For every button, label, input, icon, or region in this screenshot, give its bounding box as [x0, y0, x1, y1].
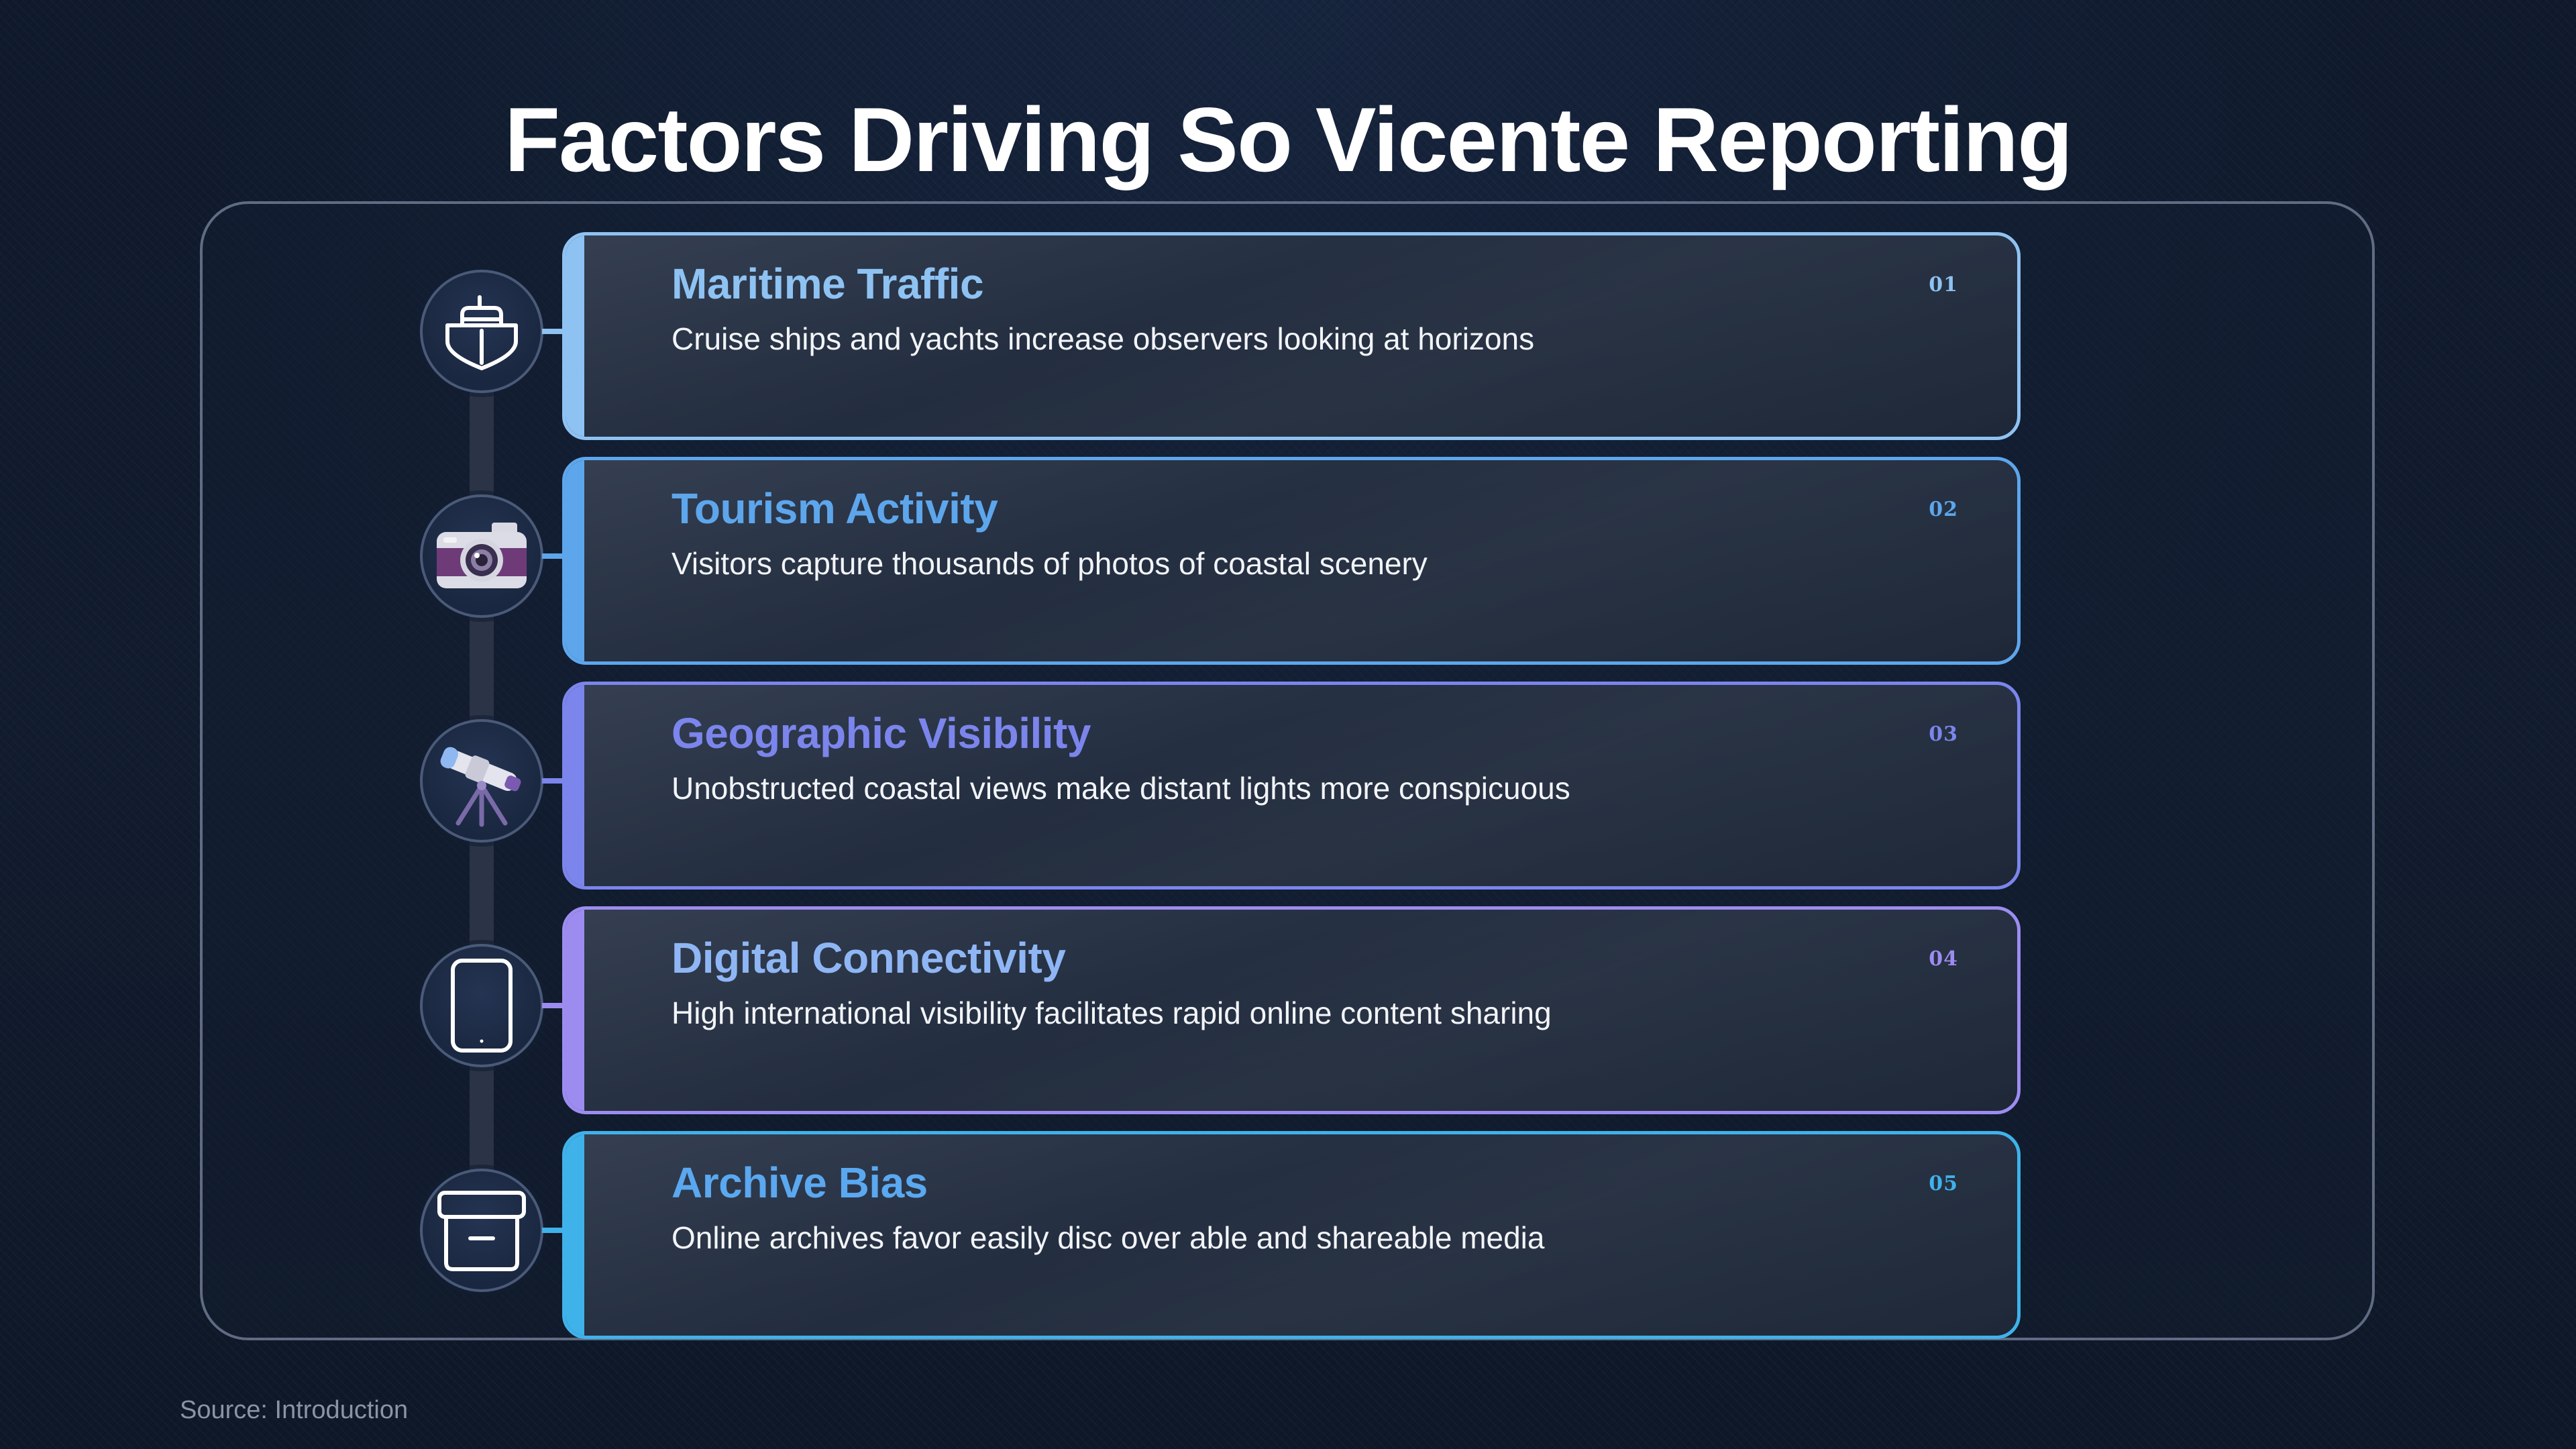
- factor-row-digital-connectivity: Digital Connectivity High international …: [0, 906, 2576, 1114]
- card-description: Online archives favor easily disc over a…: [672, 1220, 1545, 1255]
- card-description: Unobstructed coastal views make distant …: [672, 771, 1570, 806]
- camera-icon: [437, 523, 527, 588]
- icon-circle: [420, 719, 543, 843]
- factor-card: Maritime Traffic Cruise ships and yachts…: [562, 232, 2021, 440]
- smartphone-icon: [451, 959, 513, 1053]
- factor-card: Tourism Activity Visitors capture thousa…: [562, 457, 2021, 665]
- icon-circle: [420, 494, 543, 618]
- factor-row-maritime-traffic: Maritime Traffic Cruise ships and yachts…: [0, 232, 2576, 440]
- factor-row-tourism-activity: Tourism Activity Visitors capture thousa…: [0, 457, 2576, 665]
- factor-row-archive-bias: Archive Bias Online archives favor easil…: [0, 1131, 2576, 1339]
- card-title: Geographic Visibility: [672, 709, 1091, 757]
- card-description: Visitors capture thousands of photos of …: [672, 546, 1428, 581]
- factor-card: Geographic Visibility Unobstructed coast…: [562, 682, 2021, 890]
- connector: [542, 778, 565, 784]
- page-title: Factors Driving So Vicente Reporting: [504, 89, 2073, 191]
- card-number: 03: [1929, 722, 1958, 746]
- connector: [542, 1003, 565, 1008]
- card-description: Cruise ships and yachts increase observe…: [672, 321, 1535, 356]
- card-number: 04: [1929, 947, 1958, 971]
- card-number: 01: [1929, 273, 1958, 297]
- telescope-icon: [440, 747, 521, 827]
- icon-circle: [420, 944, 543, 1067]
- icon-circle: [420, 1169, 543, 1292]
- ship-icon: [445, 295, 518, 370]
- card-number: 02: [1929, 498, 1958, 521]
- card-title: Digital Connectivity: [672, 934, 1066, 982]
- card-title: Archive Bias: [672, 1159, 928, 1207]
- card-accent-bar: [566, 1134, 584, 1336]
- card-description: High international visibility facilitate…: [672, 996, 1552, 1030]
- card-title: Maritime Traffic: [672, 260, 984, 308]
- card-accent-bar: [566, 685, 584, 886]
- archive-box-icon: [437, 1191, 526, 1271]
- card-title: Tourism Activity: [672, 484, 998, 533]
- card-accent-bar: [566, 235, 584, 437]
- connector: [542, 1228, 565, 1233]
- factor-row-geographic-visibility: Geographic Visibility Unobstructed coast…: [0, 682, 2576, 890]
- factor-card: Archive Bias Online archives favor easil…: [562, 1131, 2021, 1339]
- source-caption: Source: Introduction: [180, 1396, 409, 1424]
- card-accent-bar: [566, 460, 584, 661]
- connector: [542, 553, 565, 559]
- card-accent-bar: [566, 910, 584, 1111]
- connector: [542, 329, 565, 334]
- icon-circle: [420, 270, 543, 393]
- card-number: 05: [1929, 1172, 1958, 1195]
- factor-card: Digital Connectivity High international …: [562, 906, 2021, 1114]
